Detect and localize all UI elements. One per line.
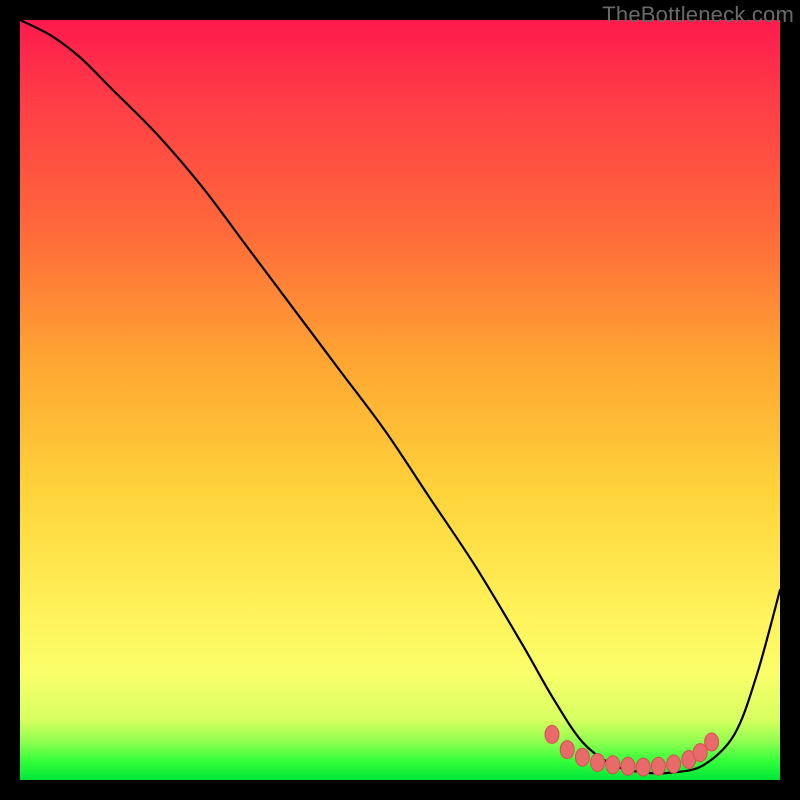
marker-point xyxy=(560,741,574,759)
marker-point xyxy=(667,755,681,773)
watermark-text: TheBottleneck.com xyxy=(602,2,794,28)
marker-point xyxy=(606,756,620,774)
bottleneck-curve xyxy=(20,20,780,773)
marker-point xyxy=(591,754,605,772)
marker-point xyxy=(575,748,589,766)
chart-frame xyxy=(20,20,780,780)
marker-point xyxy=(651,757,665,775)
bottom-cluster-markers xyxy=(545,725,719,776)
chart-svg xyxy=(20,20,780,780)
marker-point xyxy=(705,733,719,751)
marker-point xyxy=(636,758,650,776)
marker-point xyxy=(545,725,559,743)
marker-point xyxy=(621,757,635,775)
